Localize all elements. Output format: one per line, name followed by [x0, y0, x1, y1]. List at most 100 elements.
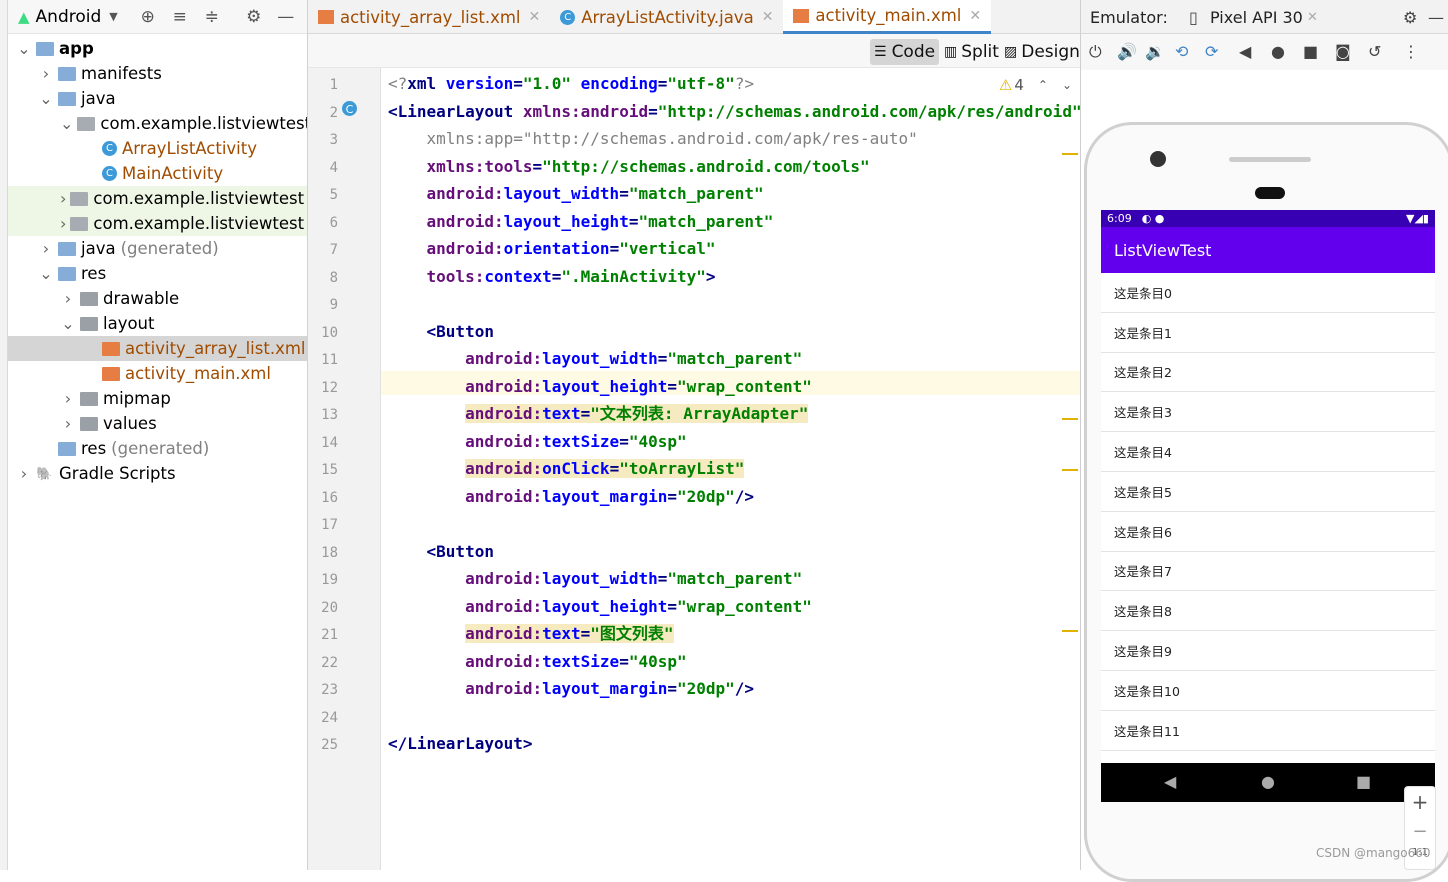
folder-icon	[36, 41, 54, 56]
class-icon[interactable]: C	[342, 101, 357, 116]
editor-tab[interactable]: activity_main.xml ✕	[783, 0, 992, 34]
list-item[interactable]: 这是条目11	[1101, 711, 1435, 751]
chevron-down-icon[interactable]: ⌄	[60, 114, 73, 133]
close-icon[interactable]: ✕	[969, 8, 981, 24]
list-item[interactable]: 这是条目0	[1101, 273, 1435, 313]
list-item[interactable]: 这是条目5	[1101, 472, 1435, 512]
minimize-icon[interactable]: —	[276, 7, 296, 27]
tree-row[interactable]: › 🐘 Gradle Scripts	[8, 461, 307, 486]
tree-row[interactable]: ⌄ res	[8, 261, 307, 286]
list-item[interactable]: 这是条目9	[1101, 631, 1435, 671]
locate-icon[interactable]: ⊕	[138, 7, 158, 27]
power-icon[interactable]: ⏻	[1089, 42, 1102, 62]
rotate-right-icon[interactable]: ⟳	[1205, 42, 1218, 61]
warning-icon: ⚠	[998, 76, 1013, 94]
zoom-out-button[interactable]: −	[1405, 817, 1435, 847]
minimize-icon[interactable]: —	[1428, 8, 1444, 27]
tree-row[interactable]: C MainActivity	[8, 161, 307, 186]
chevron-down-icon[interactable]: ⌄	[38, 89, 54, 108]
tree-row[interactable]: ›com.example.listviewtest(t	[8, 211, 307, 236]
more-icon[interactable]: ⋮	[1403, 42, 1419, 61]
zoom-in-button[interactable]: +	[1405, 787, 1435, 817]
tree-row[interactable]: › mipmap	[8, 386, 307, 411]
list-view[interactable]: 这是条目0 这是条目1 这是条目2 这是条目3 这是条目4 这是条目5 这是条目6 这是条目7…	[1101, 273, 1435, 751]
design-mode-button[interactable]: ▨ Design	[1000, 39, 1084, 65]
chevron-right-icon[interactable]: ›	[60, 289, 76, 308]
device-screen[interactable]: 6:09 ◐ ● ▼◢▮ ListViewTest 这是条目0 这是条目1 这是条目…	[1101, 210, 1435, 802]
chevron-down-icon[interactable]: ⌄	[60, 314, 76, 333]
folder-icon	[80, 391, 98, 406]
code-editor[interactable]: ⚠ 4 ⌃ ⌄ <?xml version="1.0" encoding="ut…	[381, 68, 1080, 870]
volume-up-icon[interactable]: 🔊	[1117, 42, 1137, 61]
tree-row[interactable]: ⌄ app	[8, 36, 307, 61]
gear-icon[interactable]: ⚙	[244, 7, 264, 27]
code-mode-button[interactable]: ☰ Code	[870, 39, 940, 65]
code-line: <?xml version="1.0" encoding="utf-8"?>	[388, 74, 754, 96]
list-item[interactable]: 这是条目3	[1101, 392, 1435, 433]
snapshot-icon[interactable]: ↺	[1368, 42, 1381, 61]
tree-item-label: values	[103, 414, 157, 433]
chevron-up-icon[interactable]: ⌃	[1038, 78, 1048, 92]
gear-icon[interactable]: ⚙	[1403, 8, 1417, 27]
rotate-left-icon[interactable]: ⟲	[1175, 42, 1188, 61]
camera-icon[interactable]: ◙	[1335, 42, 1351, 61]
close-icon[interactable]: ✕	[1307, 10, 1318, 25]
chevron-right-icon[interactable]: ›	[60, 414, 76, 433]
tree-row[interactable]: › java (generated)	[8, 236, 307, 261]
tool-window-strip	[0, 0, 8, 870]
device-tab[interactable]: Pixel API 30	[1210, 8, 1303, 27]
tree-row[interactable]: ›com.example.listviewtest(a	[8, 186, 307, 211]
code-token: "http://schemas.android.com/apk/res/andr…	[657, 101, 1080, 121]
chevron-right-icon[interactable]: ›	[60, 189, 66, 208]
chevron-right-icon[interactable]: ›	[38, 239, 54, 258]
home-icon[interactable]: ●	[1271, 42, 1285, 61]
volume-down-icon[interactable]: 🔉	[1145, 42, 1165, 61]
chevron-right-icon[interactable]: ›	[60, 214, 66, 233]
list-item[interactable]: 这是条目2	[1101, 353, 1435, 393]
chevron-down-icon[interactable]: ⌄	[1062, 78, 1072, 92]
chevron-right-icon[interactable]: ›	[60, 389, 76, 408]
chevron-down-icon[interactable]: ⌄	[38, 264, 54, 283]
chevron-right-icon[interactable]: ›	[16, 464, 32, 483]
code-token: "wrap_content"	[677, 596, 812, 616]
tree-row[interactable]: activity_array_list.xml	[8, 336, 307, 361]
editor-tab[interactable]: C ArrayListActivity.java ✕	[550, 0, 783, 34]
chevron-right-icon[interactable]: ›	[38, 64, 54, 83]
close-icon[interactable]: ✕	[529, 9, 541, 25]
tree-row[interactable]: ⌄ layout	[8, 311, 307, 336]
tree-item-label: MainActivity	[122, 164, 224, 183]
list-item[interactable]: 这是条目10	[1101, 671, 1435, 711]
list-item[interactable]: 这是条目8	[1101, 591, 1435, 632]
nav-bar: ◀ ● ■	[1101, 763, 1435, 802]
list-item[interactable]: 这是条目1	[1101, 313, 1435, 353]
back-icon[interactable]: ◀	[1239, 42, 1251, 61]
tree-row[interactable]: activity_main.xml	[8, 361, 307, 386]
close-icon[interactable]: ✕	[762, 9, 774, 25]
nav-back-icon[interactable]: ◀	[1164, 772, 1176, 791]
chevron-down-icon[interactable]: ⌄	[16, 39, 32, 58]
list-item[interactable]: 这是条目4	[1101, 432, 1435, 472]
editor-tab[interactable]: activity_array_list.xml ✕	[308, 0, 550, 34]
tree-row[interactable]: ⌄ com.example.listviewtest	[8, 111, 307, 136]
nav-home-icon[interactable]: ●	[1261, 772, 1275, 791]
code-line: <Button	[388, 542, 494, 564]
tree-row[interactable]: C ArrayListActivity	[8, 136, 307, 161]
line-number: 19	[321, 572, 338, 588]
tree-row[interactable]: › values	[8, 411, 307, 436]
overview-icon[interactable]: ■	[1303, 42, 1318, 61]
project-view-selector[interactable]: Android	[36, 7, 102, 27]
nav-recents-icon[interactable]: ■	[1356, 772, 1371, 791]
expand-all-icon[interactable]: ≡	[170, 7, 190, 27]
tree-row[interactable]: › drawable	[8, 286, 307, 311]
tree-row[interactable]: ⌄ java	[8, 86, 307, 111]
tree-row[interactable]: › manifests	[8, 61, 307, 86]
inspection-widget[interactable]: ⚠ 4 ⌃ ⌄	[999, 76, 1072, 94]
chevron-down-icon[interactable]: ▼	[109, 10, 117, 23]
code-line: android:layout_height="wrap_content"	[388, 377, 812, 399]
list-item[interactable]: 这是条目6	[1101, 512, 1435, 552]
tree-row[interactable]: res (generated)	[8, 436, 307, 461]
split-mode-button[interactable]: ▥ Split	[940, 39, 1003, 65]
list-item[interactable]: 这是条目7	[1101, 552, 1435, 592]
collapse-all-icon[interactable]: ≑	[202, 7, 222, 27]
